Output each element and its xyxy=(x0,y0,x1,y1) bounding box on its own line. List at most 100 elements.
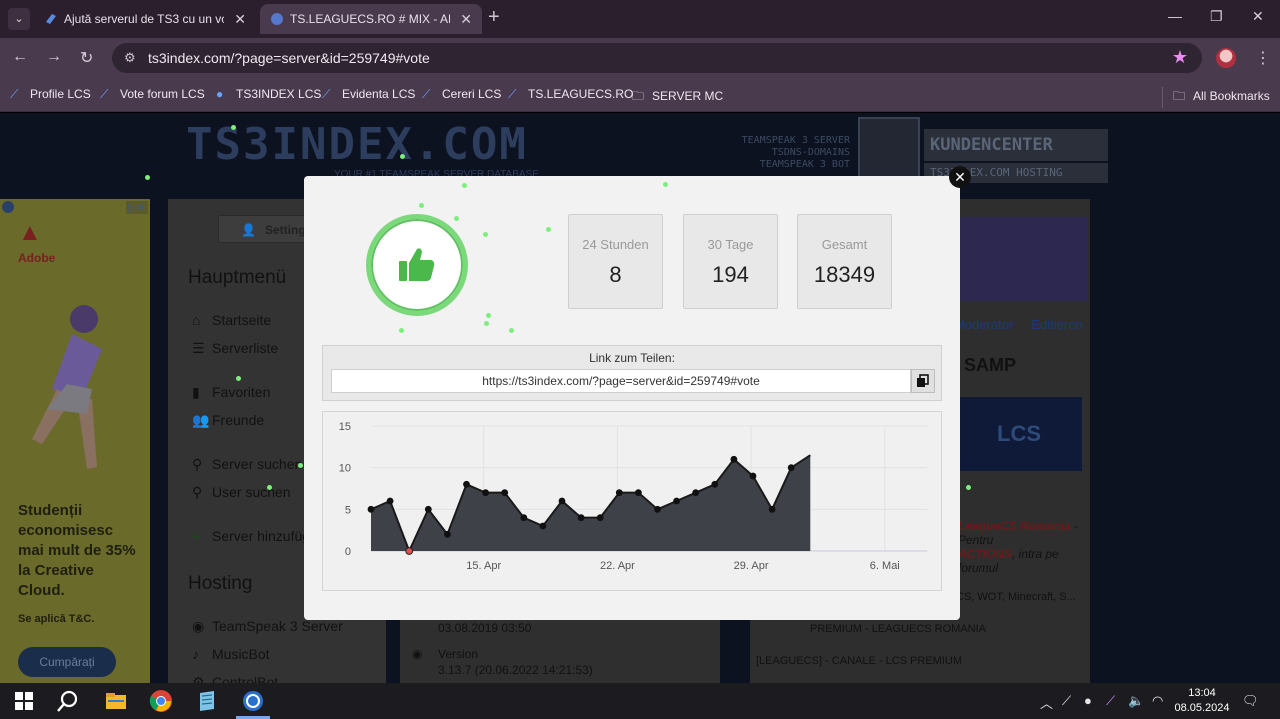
data-point[interactable] xyxy=(444,530,451,538)
server-banner[interactable]: LCS xyxy=(956,397,1082,471)
sidebar-item-server-suchen[interactable]: ⚲ Server suchen xyxy=(192,456,302,473)
address-bar[interactable]: ⚙ ts3index.com/?page=server&id=259749#vo… xyxy=(112,43,1202,73)
data-point[interactable] xyxy=(558,497,566,505)
back-button[interactable]: ← xyxy=(12,48,28,66)
data-point[interactable] xyxy=(596,514,604,522)
menu-label: ControlBot xyxy=(212,674,279,683)
restore-button[interactable]: ❐ xyxy=(1210,8,1223,25)
sidebar-item-musicbot[interactable]: ♪ MusicBot xyxy=(192,646,270,662)
data-point[interactable] xyxy=(501,489,509,497)
right-ad-image[interactable] xyxy=(960,217,1088,301)
profile-avatar[interactable] xyxy=(1216,48,1236,68)
tab-editieren[interactable]: Editieren xyxy=(1031,317,1082,332)
modal-close-button[interactable]: ✕ xyxy=(949,166,971,188)
bookmark-star-icon[interactable]: ★ xyxy=(1172,47,1188,68)
reload-button[interactable]: ↻ xyxy=(80,48,93,68)
bookmark-item[interactable]: ● TS3INDEX LCS xyxy=(216,87,321,101)
minimize-button[interactable]: — xyxy=(1168,8,1182,24)
data-point[interactable] xyxy=(730,455,738,463)
ad-info-icon[interactable] xyxy=(2,201,14,213)
file-explorer-icon[interactable] xyxy=(104,689,128,713)
data-point[interactable] xyxy=(711,480,719,488)
kundencenter-link[interactable]: KUNDENCENTER xyxy=(924,129,1108,161)
search-icon: ⚲ xyxy=(192,484,203,500)
moderator-tabs[interactable]: Moderator Editieren xyxy=(954,317,1083,332)
list-icon: ☰ xyxy=(192,340,205,356)
data-point[interactable] xyxy=(787,464,795,472)
notepad-icon[interactable] xyxy=(195,689,219,713)
confetti-dot xyxy=(546,227,551,232)
sidebar-item-serverliste[interactable]: ☰ Serverliste xyxy=(192,340,278,357)
bookmark-item[interactable]: ⟋ Evidenta LCS xyxy=(322,87,415,102)
tab-search-button[interactable]: ⌄ xyxy=(8,8,30,30)
confetti-dot xyxy=(298,463,303,468)
volume-icon[interactable]: 🔈 xyxy=(1128,693,1144,709)
tab-moderator[interactable]: Moderator xyxy=(954,317,1013,332)
promo-lines[interactable]: TEAMSPEAK 3 SERVER TSDNS-DOMAINS TEAMSPE… xyxy=(738,135,850,171)
tab-vote[interactable]: Ajută serverul de TS3 cu un vot ✕ xyxy=(34,4,256,34)
data-point[interactable] xyxy=(768,505,776,513)
data-point[interactable] xyxy=(482,489,489,497)
forward-button[interactable]: → xyxy=(46,48,62,66)
close-icon[interactable]: ✕ xyxy=(460,4,472,34)
data-point[interactable] xyxy=(539,522,547,530)
data-point[interactable] xyxy=(654,505,661,513)
copy-button[interactable] xyxy=(911,369,935,393)
data-point[interactable] xyxy=(615,489,623,497)
sidebar-item-startseite[interactable]: ⌂ Startseite xyxy=(192,312,271,328)
bookmark-label: TS.LEAGUECS.RO xyxy=(528,87,634,101)
bookmark-item[interactable]: ⟋ Cereri LCS xyxy=(422,87,501,102)
data-point[interactable] xyxy=(367,505,375,513)
search-icon[interactable] xyxy=(56,689,80,713)
sidebar-item-controlbot[interactable]: ⚙ ControlBot xyxy=(192,674,278,683)
x-tick-label: 22. Apr xyxy=(600,560,635,572)
browser-menu-icon[interactable]: ⋮ xyxy=(1255,48,1271,68)
sidebar-item-freunde[interactable]: 👥 Freunde xyxy=(192,412,264,429)
teamspeak-icon[interactable] xyxy=(241,689,265,713)
site-info-icon[interactable]: ⚙ xyxy=(124,50,136,66)
data-point[interactable] xyxy=(577,514,585,522)
ad-choices-icon[interactable]: ▷✕ xyxy=(126,201,148,214)
sidebar-item-user-suchen[interactable]: ⚲ User suchen xyxy=(192,484,291,501)
notification-icon[interactable]: 🗨 xyxy=(1242,693,1259,709)
feather-tray-icon[interactable]: ⟋ xyxy=(1106,693,1115,709)
data-point[interactable] xyxy=(692,489,700,497)
new-tab-button[interactable]: + xyxy=(488,6,500,29)
ts-tray-icon[interactable]: ⟋ xyxy=(1062,693,1071,709)
share-url-input[interactable] xyxy=(331,369,911,393)
vote-button[interactable] xyxy=(366,214,468,316)
bookmark-item[interactable]: ⟋ TS.LEAGUECS.RO xyxy=(508,87,633,102)
data-point[interactable] xyxy=(520,514,528,522)
buy-button[interactable]: Cumpărați xyxy=(18,647,116,677)
y-tick-label: 15 xyxy=(339,421,351,433)
home-icon: ⌂ xyxy=(192,312,201,328)
chrome-icon[interactable] xyxy=(149,689,173,713)
system-clock[interactable]: 13:04 08.05.2024 xyxy=(1172,686,1232,716)
adobe-ad[interactable]: ▷✕ ▲ Adobe Studenții economisesc mai mul… xyxy=(0,199,150,683)
confetti-dot xyxy=(663,182,668,187)
bookmark-item[interactable]: ⟋ Profile LCS xyxy=(10,87,91,102)
share-panel: Link zum Teilen: xyxy=(322,345,942,401)
data-point[interactable] xyxy=(635,489,642,497)
sidebar-item-ts3-server[interactable]: ◉ TeamSpeak 3 Server xyxy=(192,618,343,635)
ts-favicon-icon: ⟋ xyxy=(100,87,109,101)
tab-server[interactable]: TS.LEAGUECS.RO # MIX - AREA ✕ xyxy=(260,4,482,34)
close-icon[interactable]: ✕ xyxy=(234,4,246,34)
data-point[interactable] xyxy=(424,505,432,513)
wifi-icon[interactable]: ◠ xyxy=(1152,693,1163,709)
sidebar-item-favoriten[interactable]: ▮ Favoriten xyxy=(192,384,270,401)
chevron-up-icon[interactable]: ︿ xyxy=(1040,693,1053,712)
bookmark-folder[interactable]: 🗀 SERVER MC xyxy=(632,87,723,108)
data-point[interactable] xyxy=(405,547,414,555)
bookmark-item[interactable]: ⟋ Vote forum LCS xyxy=(100,87,205,102)
windows-start-icon[interactable] xyxy=(12,689,36,713)
globe-tray-icon[interactable]: ● xyxy=(1084,693,1092,708)
y-tick-label: 0 xyxy=(345,546,351,558)
data-point[interactable] xyxy=(463,480,470,488)
data-point[interactable] xyxy=(749,472,757,480)
site-logo[interactable]: TS3INDEX.COM xyxy=(186,119,528,170)
data-point[interactable] xyxy=(386,497,394,505)
all-bookmarks[interactable]: 🗀 All Bookmarks xyxy=(1162,87,1270,108)
window-close-button[interactable]: ✕ xyxy=(1252,8,1264,25)
data-point[interactable] xyxy=(673,497,680,505)
